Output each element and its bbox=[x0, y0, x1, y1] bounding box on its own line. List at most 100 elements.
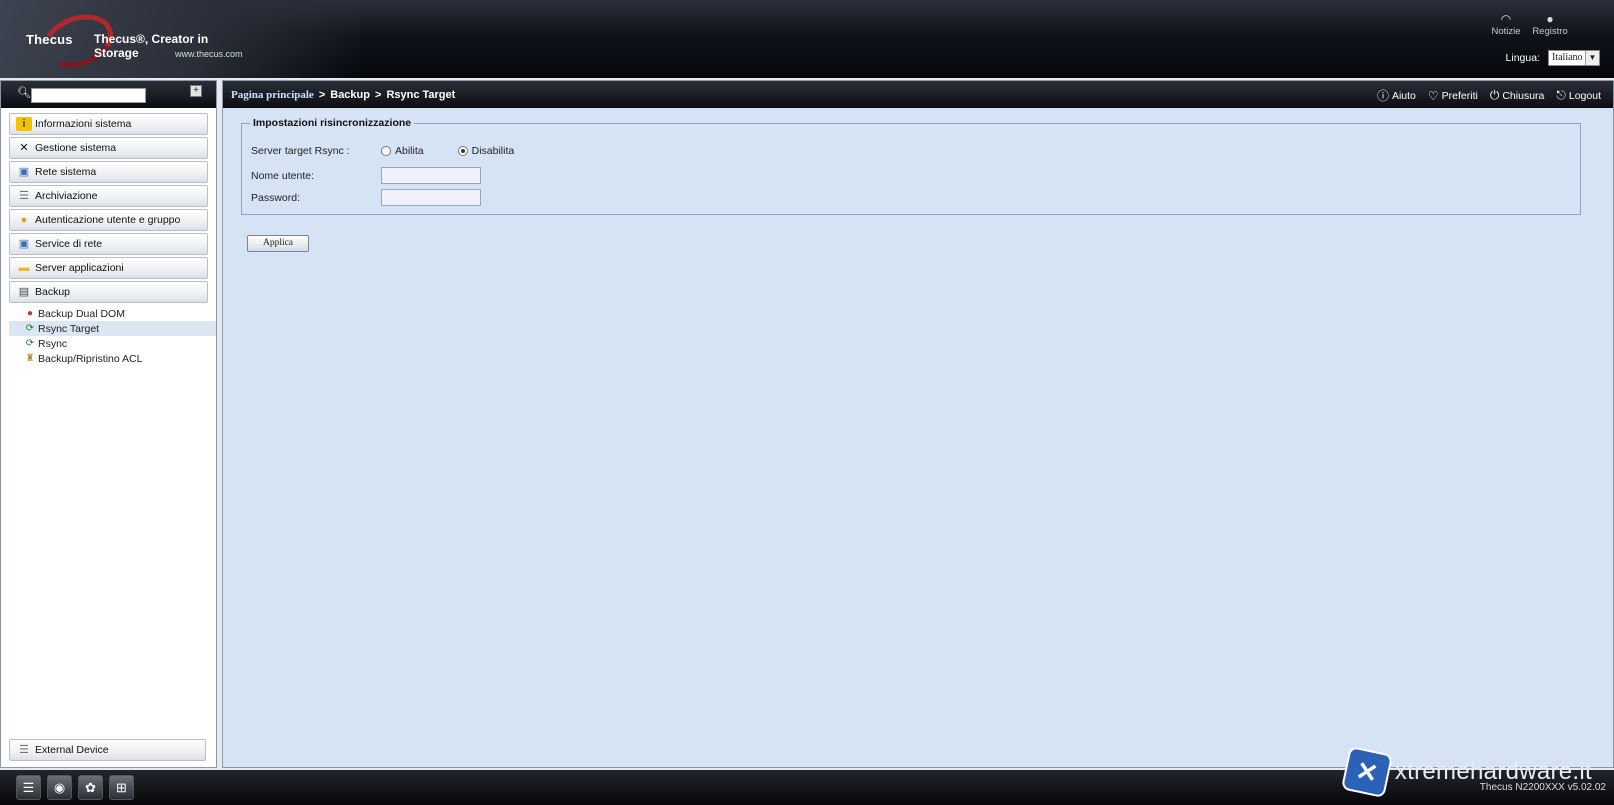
shutdown-label: Chiusura bbox=[1502, 89, 1545, 102]
acl-icon: ♜ bbox=[25, 353, 35, 364]
sidebar-item-archiviazione[interactable]: ☰ Archiviazione bbox=[9, 185, 208, 207]
registry-button[interactable]: ● Registro bbox=[1530, 12, 1570, 37]
dock: ☰ ◉ ✿ ⊞ bbox=[16, 775, 134, 800]
breadcrumb-home[interactable]: Pagina principale bbox=[231, 89, 314, 101]
app-header: Thecus Thecus®, Creator in Storage www.t… bbox=[0, 0, 1614, 78]
logout-button[interactable]: ⎋ Logout bbox=[1556, 87, 1601, 104]
sidebar: 🔍︎ + i Informazioni sistema ✕ Gestione s… bbox=[0, 80, 217, 768]
folder-icon: ▬ bbox=[18, 262, 30, 274]
sidebar-item-rete-sistema[interactable]: ▣ Rete sistema bbox=[9, 161, 208, 183]
sidebar-menu: i Informazioni sistema ✕ Gestione sistem… bbox=[1, 108, 216, 366]
favorites-label: Preferiti bbox=[1441, 89, 1478, 102]
breadcrumb-section[interactable]: Backup bbox=[330, 89, 370, 101]
registry-label: Registro bbox=[1532, 26, 1568, 37]
pin-icon: ● bbox=[26, 308, 34, 319]
tools-icon: ✕ bbox=[19, 142, 29, 154]
users-icon: ● bbox=[20, 214, 28, 226]
apply-button[interactable]: Applica bbox=[247, 235, 309, 252]
heart-icon: ♡ bbox=[1427, 88, 1439, 103]
registry-icon: ● bbox=[1546, 12, 1554, 26]
backup-icon: ▤ bbox=[18, 286, 30, 298]
rss-button[interactable]: ◠ Notizie bbox=[1486, 12, 1526, 37]
logout-icon: ⎋ bbox=[1556, 88, 1566, 102]
radio-disable-label: Disabilita bbox=[471, 145, 515, 157]
breadcrumb: Pagina principale > Backup > Rsync Targe… bbox=[231, 89, 455, 101]
sidebar-item-label: Server applicazioni bbox=[35, 262, 124, 274]
logo-text: Thecus bbox=[26, 32, 73, 47]
external-device-icon: ☰ bbox=[19, 744, 29, 756]
radio-disable[interactable]: Disabilita bbox=[457, 145, 515, 157]
sidebar-item-server-applicazioni[interactable]: ▬ Server applicazioni bbox=[9, 257, 208, 279]
sidebar-item-label: External Device bbox=[35, 744, 109, 756]
sidebar-search-bar: 🔍︎ + bbox=[1, 81, 216, 108]
language-label: Lingua: bbox=[1505, 52, 1540, 64]
sidebar-item-autenticazione[interactable]: ● Autenticazione utente e gruppo bbox=[9, 209, 208, 231]
help-icon: ⓘ bbox=[1376, 89, 1389, 103]
help-label: Aiuto bbox=[1391, 89, 1416, 102]
sidebar-item-label: Informazioni sistema bbox=[35, 118, 132, 130]
sidebar-item-label: Autenticazione utente e gruppo bbox=[35, 214, 181, 226]
logout-label: Logout bbox=[1568, 89, 1601, 102]
dock-network-icon[interactable]: ⊞ bbox=[109, 775, 134, 800]
search-input[interactable] bbox=[31, 88, 146, 103]
watermark-x-icon: ✕ bbox=[1340, 745, 1393, 799]
dock-fan-icon[interactable]: ✿ bbox=[78, 775, 103, 800]
radio-enable-label: Abilita bbox=[395, 145, 424, 157]
sidebar-item-informazioni-sistema[interactable]: i Informazioni sistema bbox=[9, 113, 208, 135]
sidebar-item-gestione-sistema[interactable]: ✕ Gestione sistema bbox=[9, 137, 208, 159]
password-label: Password: bbox=[251, 191, 301, 204]
submenu-item-label: Backup Dual DOM bbox=[38, 307, 125, 320]
firmware-version: Thecus N2200XXX v5.02.02 bbox=[1479, 782, 1606, 793]
submenu-item-label: Rsync bbox=[38, 337, 68, 350]
sidebar-item-backup[interactable]: ▤ Backup bbox=[9, 281, 208, 303]
main-tools: ⓘ Aiuto ♡ Preferiti ⏻ Chiusura ⎋ Logout bbox=[1377, 87, 1601, 104]
submenu-item-backup-ripristino-acl[interactable]: ♜ Backup/Ripristino ACL bbox=[21, 351, 208, 366]
help-button[interactable]: ⓘ Aiuto bbox=[1377, 87, 1416, 104]
breadcrumb-separator: > bbox=[318, 88, 326, 101]
main-topbar: Pagina principale > Backup > Rsync Targe… bbox=[223, 81, 1613, 108]
sync-icon: ⟳ bbox=[25, 338, 35, 349]
backup-submenu: ● Backup Dual DOM ⟳ Rsync Target ⟳ Rsync… bbox=[9, 303, 216, 366]
sidebar-item-external-device[interactable]: ☰ External Device bbox=[9, 739, 206, 761]
shutdown-button[interactable]: ⏻ Chiusura bbox=[1490, 87, 1545, 104]
header-icons: ◠ Notizie ● Registro bbox=[1486, 12, 1570, 37]
radio-enable-dot bbox=[381, 146, 391, 156]
network-service-icon: ▣ bbox=[18, 238, 30, 250]
language-selector: Lingua: Italiano ▼ bbox=[1506, 50, 1600, 66]
username-field[interactable] bbox=[381, 167, 481, 184]
rsync-settings-fieldset: Impostazioni risincronizzazione Server t… bbox=[241, 117, 1581, 215]
password-field[interactable] bbox=[381, 189, 481, 206]
language-value: Italiano bbox=[1552, 52, 1583, 63]
thecus-logo: Thecus Thecus®, Creator in Storage www.t… bbox=[22, 5, 252, 77]
chevron-down-icon: ▼ bbox=[1585, 51, 1599, 65]
submenu-item-label: Backup/Ripristino ACL bbox=[38, 352, 143, 365]
sidebar-item-label: Backup bbox=[35, 286, 71, 298]
dock-disk-icon[interactable]: ◉ bbox=[47, 775, 72, 800]
sidebar-item-service-di-rete[interactable]: ▣ Service di rete bbox=[9, 233, 208, 255]
submenu-item-backup-dual-dom[interactable]: ● Backup Dual DOM bbox=[21, 306, 208, 321]
password-row: Password: bbox=[251, 189, 481, 206]
submenu-item-rsync-target[interactable]: ⟳ Rsync Target bbox=[9, 321, 216, 336]
info-icon: i bbox=[16, 117, 32, 131]
radio-enable[interactable]: Abilita bbox=[381, 145, 424, 157]
language-select[interactable]: Italiano ▼ bbox=[1548, 50, 1600, 66]
sidebar-item-label: Archiviazione bbox=[35, 190, 98, 202]
storage-icon: ☰ bbox=[19, 190, 29, 202]
radio-disable-dot bbox=[457, 146, 468, 156]
server-target-row: Server target Rsync : Abilita Disabilita bbox=[251, 145, 548, 157]
main-panel: Pagina principale > Backup > Rsync Targe… bbox=[222, 80, 1614, 768]
search-icon: 🔍︎ bbox=[17, 87, 31, 99]
logo-url: www.thecus.com bbox=[175, 49, 243, 59]
favorites-button[interactable]: ♡ Preferiti bbox=[1428, 87, 1478, 104]
submenu-item-rsync[interactable]: ⟳ Rsync bbox=[21, 336, 208, 351]
dock-storage-icon[interactable]: ☰ bbox=[16, 775, 41, 800]
username-row: Nome utente: bbox=[251, 167, 481, 184]
expand-icon[interactable]: + bbox=[190, 85, 202, 97]
sidebar-item-label: Rete sistema bbox=[35, 166, 97, 178]
submenu-item-label: Rsync Target bbox=[38, 322, 100, 335]
sidebar-item-label: Gestione sistema bbox=[35, 142, 117, 154]
breadcrumb-page: Rsync Target bbox=[386, 88, 456, 101]
power-icon: ⏻ bbox=[1489, 88, 1500, 102]
network-icon: ▣ bbox=[18, 166, 30, 178]
sidebar-item-label: Service di rete bbox=[35, 238, 103, 250]
